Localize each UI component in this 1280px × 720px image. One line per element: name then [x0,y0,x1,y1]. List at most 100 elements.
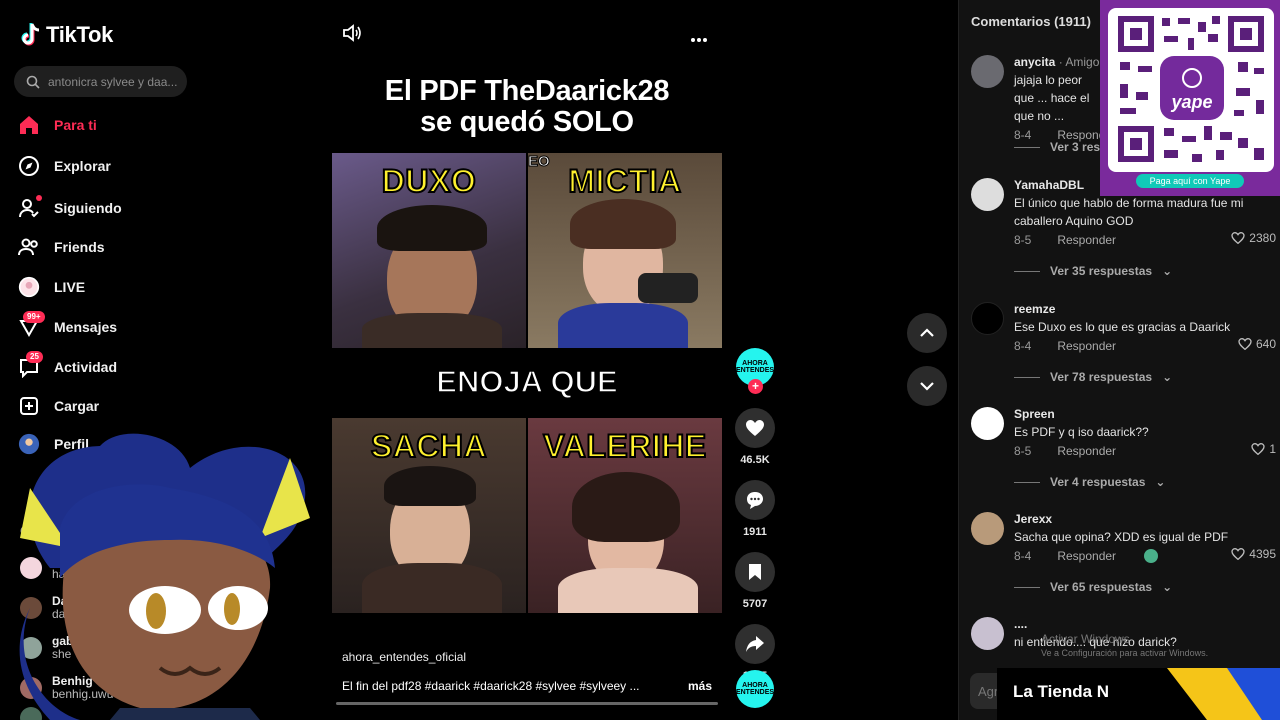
comment-text: Sacha que opina? XDD es igual de PDF [1014,530,1229,544]
view-replies-label: Ver 4 respuestas [1050,475,1146,489]
comment-like-count: 2380 [1249,231,1276,245]
comment-like-count: 640 [1255,337,1276,351]
messages-badge: 99+ [23,311,45,323]
reply-button[interactable]: Responder [1057,549,1116,563]
view-replies-button[interactable]: Ver 78 respuestas ⌄ [1014,370,1172,384]
chevron-up-icon [920,328,934,337]
more-button[interactable]: más [688,679,712,693]
store-banner: La Tienda N [997,668,1280,720]
video-panel-duxo: DUXO [332,153,526,348]
video-middle-label: ENOJA QUE [436,363,619,400]
sidebar: TikTok Para ti Explorar Siguiendo [0,0,320,720]
comment-like-button[interactable]: 640 [1238,337,1276,351]
creator-avatar[interactable]: AHORA ENTENDES + [735,348,775,394]
video-panel-mictia: EO MICTIA [528,153,722,348]
previous-video-button[interactable] [907,313,947,353]
more-options-icon[interactable] [690,30,708,48]
comment-button[interactable] [735,480,775,520]
activity-icon: 25 [18,351,43,378]
heart-outline-icon [1231,232,1245,244]
comment-like-count: 4395 [1249,547,1276,561]
search-input[interactable] [48,74,180,89]
save-count: 5707 [742,598,768,610]
video-actions: AHORA ENTENDES + 46.5K 1911 5707 1925 [734,348,776,682]
comment-username[interactable]: .... [1014,617,1276,631]
view-replies-button[interactable]: Ver 4 respuestas ⌄ [1014,475,1165,489]
like-button[interactable] [735,408,775,448]
yape-qr-overlay: yape Paga aquí con Yape [1100,0,1280,196]
sidebar-item-live[interactable]: LIVE [18,267,122,307]
sidebar-item-friends[interactable]: Friends [18,227,122,267]
sound-disc-avatar[interactable]: AHORA ENTENDES [736,670,774,708]
tiktok-logo[interactable]: TikTok [20,22,113,48]
comment-username[interactable]: Jerexx [1014,512,1276,526]
friends-icon [18,236,40,258]
comment-date: 8-4 [1014,339,1032,353]
view-replies-button[interactable]: Ver 35 respuestas ⌄ [1014,264,1172,278]
sidebar-item-label: Mensajes [54,319,118,335]
following-icon [18,195,42,219]
avatar[interactable] [971,178,1004,211]
view-replies-button[interactable]: Ver 65 respuestas ⌄ [1014,580,1172,594]
comment-like-button[interactable]: 1 [1251,442,1276,456]
upload-icon [18,395,40,417]
share-icon [746,636,764,652]
reply-button[interactable]: Responder [1057,233,1116,247]
share-button[interactable] [735,624,775,664]
volume-icon[interactable] [342,24,362,47]
comment-text: El único que hablo de forma madura fue m… [1014,196,1244,228]
store-banner-text: La Tienda N [1013,682,1110,701]
sidebar-item-label: LIVE [54,279,86,295]
reply-button[interactable]: Responder [1057,444,1116,458]
comment-like-button[interactable]: 2380 [1231,231,1276,245]
sidebar-item-actividad[interactable]: 25 Actividad [18,347,122,387]
sound-disc-text: AHORA ENTENDES [735,682,775,696]
sidebar-item-explorar[interactable]: Explorar [18,143,122,189]
heart-outline-icon [1251,443,1265,455]
chevron-down-icon: ⌄ [1162,580,1173,594]
chevron-down-icon [920,382,934,391]
creator-liked-icon [1144,549,1159,563]
reply-button[interactable]: Responder [1057,339,1116,353]
friend-tag: · Amigo [1055,55,1100,69]
username-text: anycita [1014,55,1056,69]
home-icon [18,114,40,136]
follow-plus-icon[interactable]: + [748,379,763,394]
creator-avatar-text: AHORA ENTENDES [735,360,775,374]
video-description: El fin del pdf28 #daarick #daarick28 #sy… [342,679,712,693]
windows-activation-subtitle: Ve a Configuración para activar Windows. [1041,648,1209,658]
view-replies-button[interactable]: Ver 3 res... [1014,140,1110,154]
sidebar-item-siguiendo[interactable]: Siguiendo [18,189,122,227]
video-author[interactable]: ahora_entendes_oficial [342,650,466,664]
avatar[interactable] [971,55,1004,88]
sidebar-item-cargar[interactable]: Cargar [18,387,122,425]
avatar[interactable] [971,302,1004,335]
video-panel-sacha: SACHA [332,418,526,613]
sidebar-item-para-ti[interactable]: Para ti [18,106,122,143]
sidebar-item-mensajes[interactable]: 99+ Mensajes [18,307,122,347]
panel-label: VALERIHE [542,427,707,465]
compass-icon [18,155,40,177]
video-player[interactable]: El PDF TheDaarick28 se quedó SOLO DUXO E… [332,68,722,705]
comment-username[interactable]: reemze [1014,302,1276,316]
avatar[interactable] [971,407,1004,440]
sidebar-item-label: Actividad [54,359,118,375]
view-replies-label: Ver 65 respuestas [1050,580,1153,594]
save-button[interactable] [735,552,775,592]
comment-username[interactable]: Spreen [1014,407,1276,421]
sidebar-item-label: Explorar [54,158,111,174]
sidebar-item-label: Para ti [54,116,97,133]
avatar[interactable] [971,617,1004,650]
search-icon [26,75,40,89]
search-bar[interactable] [14,66,187,97]
view-replies-label: Ver 78 respuestas [1050,370,1153,384]
messages-icon: 99+ [18,311,45,338]
qr-code: yape [1108,8,1274,172]
comment-count: 1911 [743,526,767,538]
comment-like-count: 1 [1269,442,1276,456]
logo-text: TikTok [46,22,114,47]
avatar[interactable] [971,512,1004,545]
next-video-button[interactable] [907,366,947,406]
comment-like-button[interactable]: 4395 [1231,547,1276,561]
video-progress-bar[interactable] [336,702,718,705]
